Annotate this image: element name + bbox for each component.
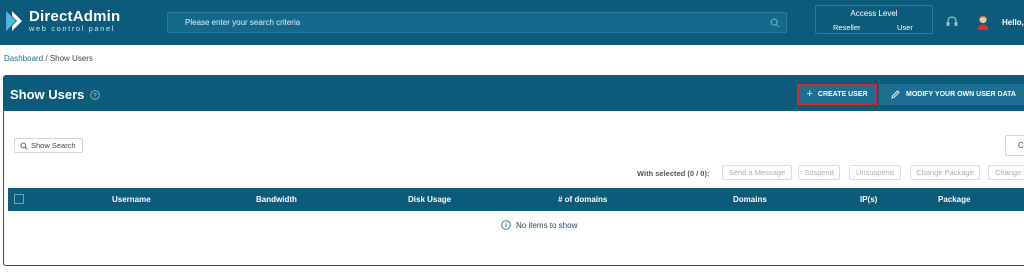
logo-subtitle: web control panel	[29, 24, 115, 34]
modify-user-data-label: MODIFY YOUR OWN USER DATA	[906, 91, 1016, 98]
show-search-button[interactable]: Show Search	[14, 138, 83, 153]
bulk-actions-label: With selected (0 / 0):	[637, 169, 710, 178]
search-placeholder: Please enter your search criteria	[185, 18, 301, 27]
access-level-reseller[interactable]: Reseller	[833, 23, 861, 32]
select-all-checkbox[interactable]	[14, 194, 24, 204]
change-button[interactable]: Change	[988, 165, 1024, 180]
show-users-panel: Show Users ? + CREATE USER MODIFY YOUR O…	[3, 75, 1024, 266]
modify-user-data-button[interactable]: MODIFY YOUR OWN USER DATA	[879, 84, 1024, 105]
change-package-button[interactable]: Change Package	[910, 165, 980, 180]
top-bar: DirectAdmin web control panel Please ent…	[0, 0, 1024, 45]
column-disk-usage[interactable]: Disk Usage	[408, 195, 451, 204]
breadcrumb-current: Show Users	[49, 54, 93, 63]
search-icon	[20, 142, 28, 150]
global-search-input[interactable]: Please enter your search criteria	[167, 12, 787, 33]
directadmin-logo-icon	[6, 11, 22, 31]
plus-icon: +	[806, 88, 813, 100]
access-level-user[interactable]: User	[897, 23, 913, 32]
breadcrumb-separator: /	[43, 54, 50, 63]
support-headset-icon[interactable]	[945, 15, 959, 29]
help-icon[interactable]: ?	[90, 90, 100, 100]
info-icon	[501, 220, 511, 230]
unsuspend-button[interactable]: Unsuspend	[849, 165, 901, 180]
access-level-title: Access Level	[850, 9, 898, 18]
pencil-icon	[891, 90, 900, 99]
svg-text:?: ?	[93, 92, 97, 99]
empty-table-message: No items to show	[501, 220, 577, 230]
column-username[interactable]: Username	[112, 195, 151, 204]
show-search-label: Show Search	[31, 141, 76, 150]
column-package[interactable]: Package	[938, 195, 970, 204]
column-num-domains[interactable]: # of domains	[558, 195, 607, 204]
column-ips[interactable]: IP(s)	[860, 195, 877, 204]
column-bandwidth[interactable]: Bandwidth	[256, 195, 297, 204]
access-level-switcher: Access Level Reseller User	[815, 5, 933, 34]
breadcrumb-dashboard-link[interactable]: Dashboard	[4, 54, 43, 63]
suspend-button[interactable]: Suspend	[798, 165, 840, 180]
user-avatar-icon[interactable]	[976, 14, 990, 30]
create-user-label: CREATE USER	[817, 91, 868, 98]
column-domains[interactable]: Domains	[733, 195, 767, 204]
columns-button[interactable]: Co	[1005, 135, 1024, 156]
logo-title: DirectAdmin	[29, 8, 121, 26]
users-table-header: Username Bandwidth Disk Usage # of domai…	[8, 188, 1024, 211]
search-icon[interactable]	[770, 18, 780, 28]
page-title: Show Users	[10, 87, 85, 102]
create-user-button[interactable]: + CREATE USER	[797, 84, 877, 105]
send-message-button[interactable]: Send a Message	[722, 165, 792, 180]
empty-table-text: No items to show	[516, 220, 578, 230]
panel-header: Show Users ? + CREATE USER MODIFY YOUR O…	[4, 76, 1024, 111]
logo[interactable]: DirectAdmin web control panel	[4, 9, 120, 33]
user-greeting[interactable]: Hello,	[1002, 18, 1024, 27]
breadcrumb: Dashboard / Show Users	[4, 54, 93, 63]
